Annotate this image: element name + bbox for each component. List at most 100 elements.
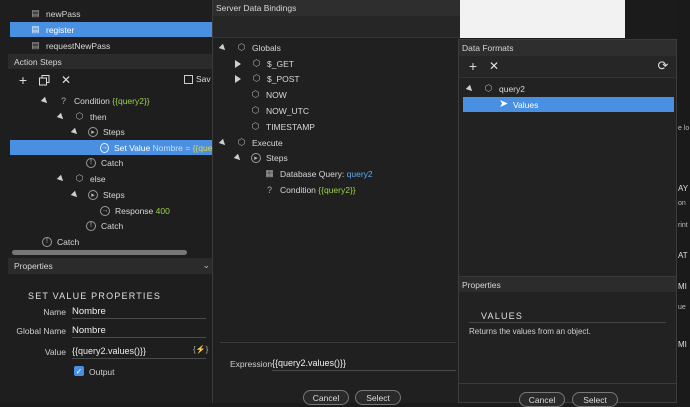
name-label: Name	[43, 307, 66, 317]
tree-catch[interactable]: ! Catch	[86, 155, 123, 170]
format-values[interactable]: Values	[463, 97, 674, 112]
binding-now-utc[interactable]: ⬡ NOW_UTC	[250, 103, 309, 118]
cube-icon: ⬡	[237, 137, 246, 147]
tree-then[interactable]: ⬡ then	[56, 109, 107, 124]
bindings-toolbar	[213, 16, 461, 38]
background-canvas	[460, 0, 625, 38]
refresh-icon[interactable]: ⟳	[656, 58, 670, 73]
response-icon: →	[100, 205, 110, 216]
file-label: requestNewPass	[46, 40, 111, 51]
play-icon: ▸	[251, 152, 261, 163]
cube-icon: ⬡	[252, 73, 261, 83]
right-edge-panel: e lo AY on rint AT MI ue MI	[677, 0, 690, 403]
condition-icon: ?	[60, 95, 66, 106]
tree-catch-3[interactable]: ! Catch	[42, 234, 79, 249]
right-edge-label: on	[678, 200, 686, 207]
binding-now[interactable]: ⬡ NOW	[250, 87, 287, 102]
tree-condition[interactable]: ? Condition {{query2}}	[40, 93, 150, 108]
expand-icon[interactable]	[56, 112, 66, 121]
binding-steps[interactable]: ▸ Steps	[233, 150, 288, 165]
right-edge-label: ue	[678, 304, 686, 311]
right-edge-label: e lo	[678, 125, 690, 132]
copy-icon[interactable]	[37, 73, 51, 87]
file-item-register[interactable]: ▤ register	[10, 22, 212, 37]
cube-icon: ⬡	[75, 111, 84, 121]
cube-icon: ⬡	[252, 58, 261, 68]
play-icon: ▸	[88, 126, 98, 137]
values-underline	[469, 322, 666, 323]
expand-icon[interactable]	[235, 59, 241, 68]
binding-database-query[interactable]: ▦ Database Query: query2	[264, 166, 372, 181]
properties-header: Properties ⌄	[8, 258, 212, 274]
expand-icon[interactable]	[70, 127, 80, 136]
formats-properties-header: Properties	[459, 276, 676, 292]
tree-catch-2[interactable]: ! Catch	[86, 218, 123, 233]
binding-get[interactable]: ⬡ $_GET	[235, 56, 294, 71]
left-panel: ▤ newPass ▤ register ▤ requestNewPass Ac…	[0, 0, 215, 403]
cube-icon: ⬡	[251, 89, 260, 99]
alert-icon: !	[42, 236, 52, 247]
tree-response[interactable]: → Response 400	[100, 203, 170, 218]
cube-icon: ⬡	[237, 42, 246, 52]
bindings-header: Server Data Bindings	[213, 0, 461, 16]
formats-select-button[interactable]: Select	[572, 392, 618, 407]
add-icon[interactable]: +	[16, 72, 30, 88]
right-edge-label: AT	[678, 251, 688, 260]
expand-icon[interactable]	[218, 138, 228, 147]
value-label: Value	[44, 347, 66, 357]
file-label: register	[46, 24, 75, 35]
tree-set-value[interactable]: → Set Value Nombre = {{quer	[10, 140, 215, 155]
expand-icon[interactable]	[465, 84, 475, 93]
binding-timestamp[interactable]: ⬡ TIMESTAMP	[250, 119, 315, 134]
cube-icon: ⬡	[75, 173, 84, 183]
values-description: Returns the values from an object.	[469, 327, 591, 336]
save-icon	[184, 74, 193, 84]
binding-globals[interactable]: ⬡ Globals	[218, 40, 281, 55]
format-query2[interactable]: ⬡ query2	[465, 81, 525, 96]
alert-icon: !	[86, 157, 96, 168]
name-input[interactable]: Nombre	[72, 304, 206, 319]
expand-icon[interactable]	[218, 43, 228, 52]
global-name-input[interactable]: Nombre	[72, 323, 206, 338]
tree-else[interactable]: ⬡ else	[56, 171, 106, 186]
action-steps-header: Action Steps	[8, 54, 212, 69]
global-name-label: Global Name	[16, 326, 66, 336]
condition-icon: ?	[266, 184, 272, 195]
delete-icon[interactable]: ✕	[59, 73, 73, 87]
tree-scrollbar[interactable]	[12, 250, 187, 255]
mouse-cursor-icon: ➤	[499, 98, 509, 110]
output-checkbox[interactable]: ✓	[74, 366, 84, 376]
tree-steps[interactable]: ▸ Steps	[70, 124, 125, 139]
chevron-down-icon[interactable]: ⌄	[202, 260, 210, 271]
tree-steps-2[interactable]: ▸ Steps	[70, 187, 125, 202]
play-icon: ▸	[88, 189, 98, 200]
set-value-icon: →	[100, 142, 109, 153]
file-icon: ▤	[31, 40, 40, 50]
save-button[interactable]: Sav	[184, 74, 211, 84]
expression-input[interactable]: {{query2.values()}}	[272, 356, 456, 371]
expression-divider	[220, 342, 456, 343]
formats-cancel-button[interactable]: Cancel	[519, 392, 565, 407]
expand-icon[interactable]	[70, 190, 80, 199]
binding-condition[interactable]: ? Condition {{query2}}	[264, 182, 356, 197]
file-item-requestnewpass[interactable]: ▤ requestNewPass	[10, 38, 212, 53]
expand-icon[interactable]	[235, 74, 241, 83]
expand-icon[interactable]	[40, 96, 50, 105]
expand-icon[interactable]	[56, 174, 66, 183]
file-icon: ▤	[31, 8, 40, 18]
value-input[interactable]: {{query2.values()}}	[72, 344, 206, 359]
file-icon: ▤	[31, 24, 40, 34]
delete-icon[interactable]: ✕	[487, 59, 501, 73]
file-item-newpass[interactable]: ▤ newPass	[10, 6, 212, 21]
table-icon: ▦	[265, 168, 274, 178]
formats-footer-divider	[459, 383, 676, 384]
binding-execute[interactable]: ⬡ Execute	[218, 135, 283, 150]
cube-icon: ⬡	[484, 83, 493, 93]
file-label: newPass	[46, 8, 81, 19]
right-edge-label: MI	[678, 282, 687, 291]
formats-header: Data Formats	[459, 40, 676, 56]
data-picker-icon[interactable]: {⚡}	[193, 345, 208, 354]
add-icon[interactable]: +	[466, 58, 480, 74]
binding-post[interactable]: ⬡ $_POST	[235, 71, 300, 86]
expand-icon[interactable]	[233, 153, 243, 162]
